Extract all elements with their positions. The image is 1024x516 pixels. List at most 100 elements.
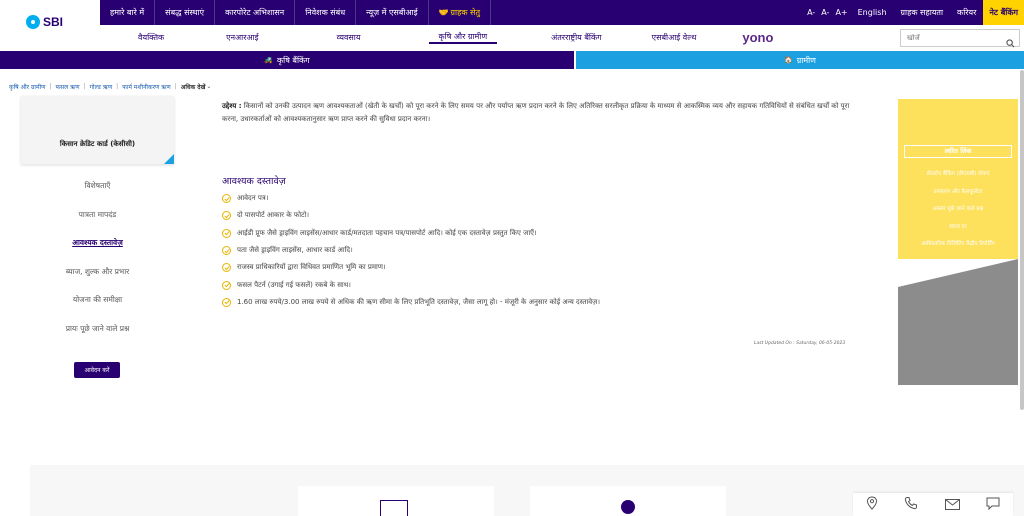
sidenav-item-documents[interactable]: आवश्यक दस्तावेज़ bbox=[21, 229, 174, 258]
breadcrumb-item-farm-mechanisation-loan[interactable]: फार्म मशीनीकरण ऋण bbox=[122, 83, 171, 91]
net-banking-button[interactable]: नेट बैंकिंग bbox=[983, 0, 1024, 25]
sbi-logo-text: SBI bbox=[43, 15, 64, 29]
quick-link-tools-calculators[interactable]: उपकरण और कैलकुलेटर bbox=[904, 184, 1012, 202]
list-item: आवेदन पत्र। bbox=[222, 190, 872, 207]
list-item: 1.60 लाख रुपये/3.00 लाख रुपये से अधिक की… bbox=[222, 294, 872, 311]
sidenav-item-interest-charges[interactable]: ब्याज, शुल्क और प्रभार bbox=[21, 258, 174, 287]
topnav-corporate-governance[interactable]: कारपोरेट अभिशासन bbox=[215, 0, 296, 25]
breadcrumb-separator: | bbox=[49, 83, 52, 90]
quick-links-heading: त्वरित लिंक bbox=[904, 145, 1012, 158]
check-icon bbox=[222, 246, 231, 256]
sidenav-item-features[interactable]: विशेषताएँ bbox=[21, 172, 174, 201]
secnav-sbi-wealth[interactable]: एसबीआई वेल्थ bbox=[642, 32, 707, 43]
phone-icon[interactable] bbox=[904, 495, 918, 514]
secnav-business[interactable]: व्यवसाय bbox=[327, 32, 371, 43]
product-card-title: किसान क्रेडिट कार्ड (केसीसी) bbox=[59, 140, 136, 148]
list-item: आईडी प्रूफ जैसे ड्राइविंग लाइसेंस/आधार क… bbox=[222, 225, 872, 242]
breadcrumb-separator: | bbox=[83, 83, 86, 90]
topnav-about[interactable]: हमारे बारे में bbox=[100, 0, 156, 25]
sidenav-item-scheme-review[interactable]: योजना की समीक्षा bbox=[21, 286, 174, 315]
search-input[interactable] bbox=[907, 34, 1002, 42]
secnav-yono[interactable]: yono bbox=[732, 30, 783, 45]
quick-link-interest-rates[interactable]: ब्याज दर bbox=[904, 219, 1012, 237]
check-icon bbox=[222, 194, 231, 204]
breadcrumb-item-gold-loan[interactable]: गोल्ड ऋण bbox=[90, 83, 113, 91]
list-item: फसल पैटर्न (उगाई गई फसलें) रकबे के साथ। bbox=[222, 276, 872, 293]
document-item-text: दो पासपोर्ट आकार के फोटो। bbox=[237, 211, 310, 220]
quick-links: त्वरित लिंक डोरस्टेप बैंकिंग (डीएसबी) से… bbox=[904, 145, 1012, 254]
documents-list: आवेदन पत्र। दो पासपोर्ट आकार के फोटो। आई… bbox=[222, 190, 872, 311]
topnav-grahak-setu-label: ग्राहक सेतु bbox=[450, 8, 481, 17]
sbi-circle-icon bbox=[621, 500, 635, 514]
list-item: दो पासपोर्ट आकार के फोटो। bbox=[222, 207, 872, 224]
topnav-investor-relations[interactable]: निवेशक संबंध bbox=[295, 0, 357, 25]
list-item: पता जैसे ड्राइविंग लाइसेंस, आधार कार्ड आ… bbox=[222, 242, 872, 259]
career-link[interactable]: करियर bbox=[950, 7, 983, 18]
chat-icon[interactable] bbox=[986, 495, 1000, 514]
mail-icon[interactable] bbox=[944, 495, 960, 514]
check-icon bbox=[222, 228, 231, 238]
top-nav-bar: हमारे बारे में संबद्ध संस्थाएं कारपोरेट … bbox=[100, 0, 1024, 25]
last-updated: Last Updated On : Saturday, 06-05-2023 bbox=[754, 341, 846, 346]
rural-band[interactable]: 🏠 ग्रामीण bbox=[576, 51, 1024, 69]
secondary-nav: वैयक्तिक एनआरआई व्यवसाय कृषि और ग्रामीण … bbox=[100, 26, 900, 48]
tractor-icon: 🚜 bbox=[264, 56, 274, 64]
breadcrumb-item-agri-rural[interactable]: कृषि और ग्रामीण bbox=[9, 83, 45, 91]
secnav-international[interactable]: अंतरराष्ट्रीय बैंकिंग bbox=[541, 32, 612, 43]
rural-label: ग्रामीण bbox=[796, 55, 816, 65]
font-decrease[interactable]: A- bbox=[818, 8, 832, 17]
scrollbar[interactable] bbox=[1020, 70, 1024, 410]
topnav-associates[interactable]: संबद्ध संस्थाएं bbox=[155, 0, 216, 25]
quick-link-doorstep-banking[interactable]: डोरस्टेप बैंकिंग (डीएसबी) सेवाएं bbox=[904, 166, 1012, 184]
location-icon[interactable] bbox=[866, 495, 878, 514]
quick-link-official-reporting[interactable]: आधिकारिक विजिटिंग केंद्रीय रिपोर्टिंग bbox=[904, 236, 1012, 254]
card-corner-accent bbox=[164, 154, 174, 164]
check-icon bbox=[222, 211, 231, 221]
topnav-grahak-setu[interactable]: 🤝 ग्राहक सेतु bbox=[429, 0, 492, 25]
agri-banking-band[interactable]: 🚜 कृषि बैंकिंग bbox=[0, 51, 574, 69]
breadcrumb-separator: | bbox=[116, 83, 119, 90]
search-box bbox=[900, 29, 1020, 48]
calculator-icon bbox=[380, 500, 408, 516]
quick-link-faq[interactable]: अक्सर पूछे जाने वाले प्रश्न bbox=[904, 201, 1012, 219]
font-increase[interactable]: A+ bbox=[832, 8, 850, 17]
footer-card[interactable] bbox=[530, 486, 726, 516]
objective-label: उद्देश्य : bbox=[222, 102, 242, 110]
breadcrumb: कृषि और ग्रामीण | फसल ऋण | गोल्ड ऋण | फार्म… bbox=[9, 83, 211, 91]
secnav-nri[interactable]: एनआरआई bbox=[216, 32, 268, 43]
secnav-agri-rural[interactable]: कृषि और ग्रामीण bbox=[428, 31, 498, 44]
topnav-sbi-in-news[interactable]: न्यूज़ में एसबीआई bbox=[356, 0, 429, 25]
footer-card[interactable] bbox=[298, 486, 494, 516]
objective-text: उद्देश्य : किसानों को उनकी उत्पादन ऋण आव… bbox=[222, 100, 862, 126]
document-item-text: 1.60 लाख रुपये/3.00 लाख रुपये से अधिक की… bbox=[237, 297, 601, 306]
breadcrumb-more[interactable]: अधिक देखें bbox=[181, 83, 206, 91]
search-icon[interactable] bbox=[1006, 33, 1015, 52]
document-item-text: आवेदन पत्र। bbox=[237, 194, 269, 203]
quick-links-panel-lower bbox=[898, 259, 1018, 385]
document-item-text: आईडी प्रूफ जैसे ड्राइविंग लाइसेंस/आधार क… bbox=[237, 228, 537, 237]
check-icon bbox=[222, 280, 231, 290]
list-item: राजस्व प्राधिकारियों द्वारा विधिवत प्रमा… bbox=[222, 259, 872, 276]
check-icon bbox=[222, 297, 231, 307]
document-item-text: फसल पैटर्न (उगाई गई फसलें) रकबे के साथ। bbox=[237, 280, 351, 289]
check-icon bbox=[222, 263, 231, 273]
document-item-text: पता जैसे ड्राइविंग लाइसेंस, आधार कार्ड आ… bbox=[237, 246, 353, 255]
breadcrumb-separator: | bbox=[174, 83, 177, 90]
language-switch[interactable]: English bbox=[851, 8, 894, 17]
font-decrease-small[interactable]: A- bbox=[804, 8, 818, 17]
chevron-down-icon: ⌄ bbox=[206, 83, 212, 90]
objective-body: किसानों को उनकी उत्पादन ऋण आवश्यकताओं (ख… bbox=[222, 102, 850, 123]
apply-button[interactable]: आवेदन करें bbox=[74, 362, 120, 378]
handshake-icon: 🤝 bbox=[438, 8, 449, 17]
agri-banking-label: कृषि बैंकिंग bbox=[277, 55, 310, 65]
top-nav: हमारे बारे में संबद्ध संस्थाएं कारपोरेट … bbox=[100, 0, 492, 25]
sidenav-item-faq[interactable]: प्रायः पूछे जाने वाले प्रश्न bbox=[21, 315, 174, 344]
sidenav-item-eligibility[interactable]: पात्रता मापदंड bbox=[21, 201, 174, 230]
document-item-text: राजस्व प्राधिकारियों द्वारा विधिवत प्रमा… bbox=[237, 263, 386, 272]
home-icon: 🏠 bbox=[784, 56, 793, 64]
customer-care-link[interactable]: ग्राहक सहायता bbox=[894, 7, 951, 18]
side-nav: विशेषताएँ पात्रता मापदंड आवश्यक दस्तावेज… bbox=[21, 172, 174, 343]
secnav-personal[interactable]: वैयक्तिक bbox=[128, 32, 174, 43]
sbi-logo[interactable]: SBI bbox=[26, 15, 63, 29]
breadcrumb-item-crop-loan[interactable]: फसल ऋण bbox=[56, 83, 80, 91]
